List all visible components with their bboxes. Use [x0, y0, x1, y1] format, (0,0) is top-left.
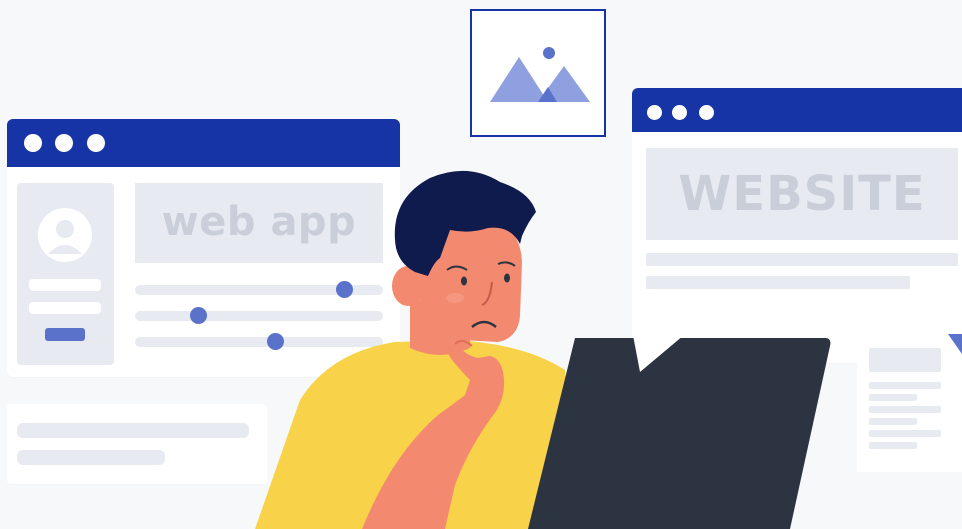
- thinking-person-illustration: [255, 170, 831, 529]
- illustration-canvas: { "colors": { "background": "#f7f8fa", "…: [0, 0, 962, 529]
- person-eye: [504, 273, 510, 283]
- person-eye: [461, 276, 467, 286]
- laptop: [528, 338, 831, 529]
- person-cheek: [446, 293, 464, 303]
